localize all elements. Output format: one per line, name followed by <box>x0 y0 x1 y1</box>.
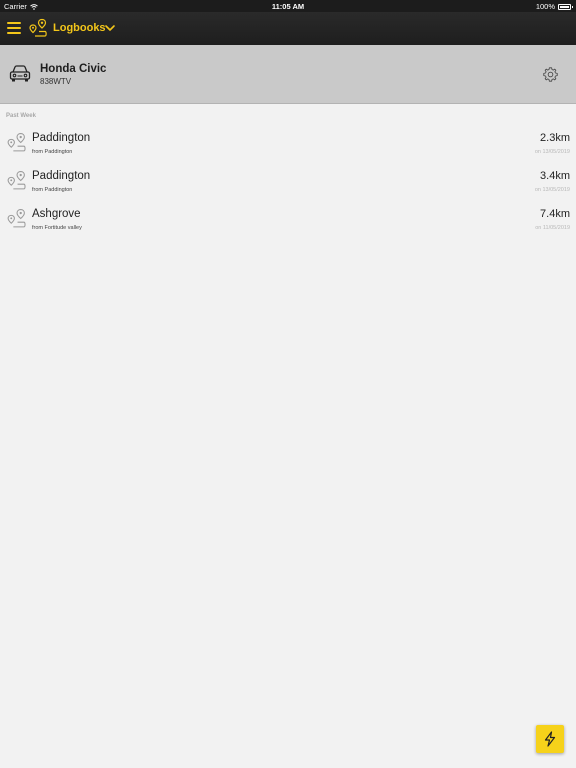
trip-distance: 2.3km <box>540 132 570 144</box>
trip-date: on 13/05/2019 <box>534 149 570 155</box>
battery-group: 100% <box>535 2 573 11</box>
route-pin-icon <box>29 18 47 37</box>
trip-row[interactable]: Paddington from Paddington 2.3km on 13/0… <box>0 129 576 166</box>
vehicle-name: Honda Civic <box>40 63 107 75</box>
trip-destination: Ashgrove <box>32 208 81 220</box>
status-bar: Carrier 11:05 AM 100% <box>0 0 576 12</box>
car-icon <box>9 65 31 82</box>
trip-origin: from Paddington <box>32 187 73 193</box>
trip-row[interactable]: Paddington from Paddington 3.4km on 13/0… <box>0 167 576 204</box>
nav-bar: Logbooks <box>0 12 576 45</box>
trip-destination: Paddington <box>32 132 91 144</box>
trip-destination: Paddington <box>32 170 91 182</box>
status-time: 11:05 AM <box>271 2 305 11</box>
trip-date: on 13/05/2019 <box>534 187 570 193</box>
hamburger-menu-icon <box>7 22 21 24</box>
lightning-bolt-icon <box>544 731 556 747</box>
battery-icon <box>558 3 573 10</box>
trip-distance: 7.4km <box>540 208 570 220</box>
route-pin-icon <box>7 133 26 152</box>
gear-icon[interactable] <box>542 66 559 83</box>
chevron-down-icon[interactable] <box>104 22 116 34</box>
trip-row[interactable]: Ashgrove from Fortitude valley 7.4km on … <box>0 205 576 242</box>
section-label-past-week: Past Week <box>6 113 36 119</box>
vehicle-header[interactable]: Honda Civic 838WTV <box>0 45 576 104</box>
trip-distance: 3.4km <box>540 170 570 182</box>
quick-action-button[interactable] <box>536 725 564 753</box>
trip-date: on 11/05/2019 <box>535 225 570 231</box>
menu-button[interactable] <box>7 22 21 34</box>
battery-percent: 100% <box>535 2 555 11</box>
trip-origin: from Paddington <box>32 149 73 155</box>
route-pin-icon <box>7 171 26 190</box>
vehicle-plate: 838WTV <box>40 77 72 86</box>
trip-origin: from Fortitude valley <box>32 225 82 231</box>
nav-title-logbooks[interactable]: Logbooks <box>53 22 106 34</box>
route-pin-icon <box>7 209 26 228</box>
